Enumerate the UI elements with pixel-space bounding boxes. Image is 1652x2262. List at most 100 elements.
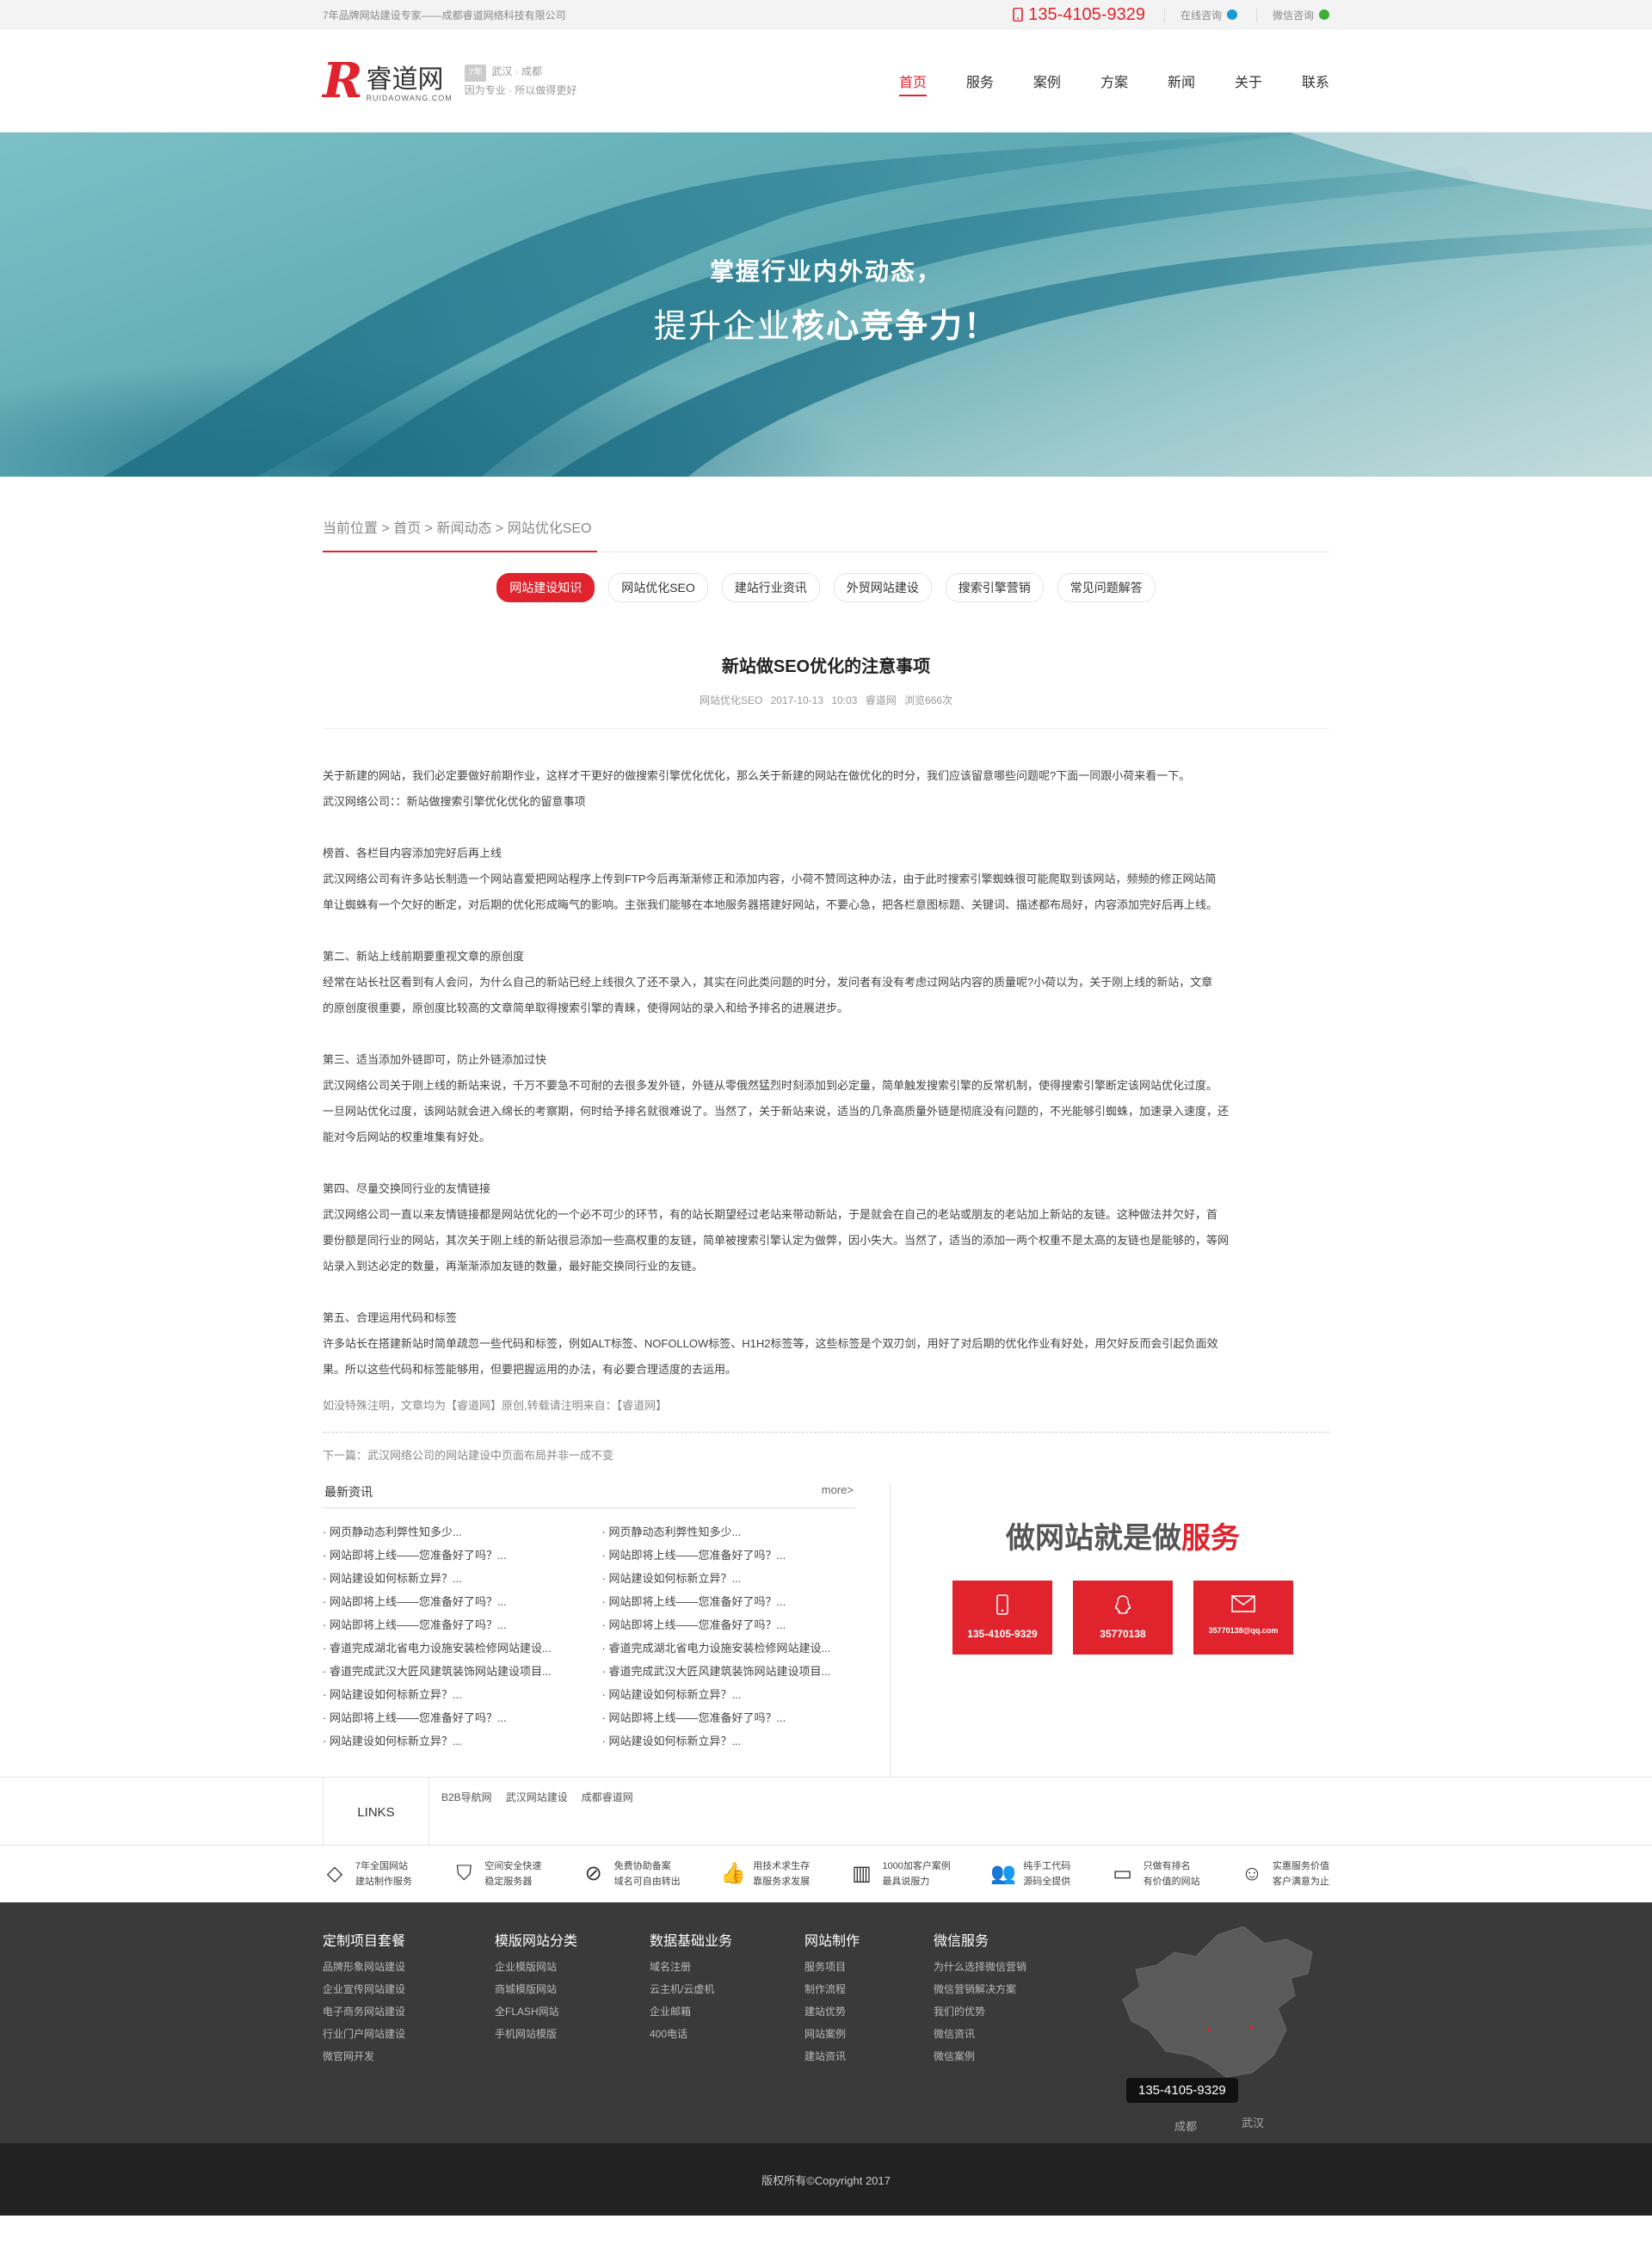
link-item[interactable]: 成都睿道网 (582, 1790, 633, 1846)
news-item[interactable]: · 网页静动态利弊性知多少... (323, 1520, 576, 1544)
wechat-consult-link[interactable]: 微信咨询 (1255, 7, 1329, 22)
footer-link[interactable]: 微信资讯 (934, 2023, 1097, 2045)
news-item[interactable]: · 网站即将上线——您准备好了吗？... (602, 1613, 856, 1636)
article-divider (323, 728, 1329, 729)
china-map: 135-4105-9329 成都 武汉 (1097, 1926, 1329, 2143)
footer-column-title: 微信服务 (934, 1934, 989, 1949)
news-item[interactable]: · 睿道完成武汉大匠风建筑装饰网站建设项目... (323, 1660, 576, 1683)
footer-link[interactable]: 为什么选择微信营销 (934, 1956, 1097, 1978)
footer-link[interactable]: 微官网开发 (323, 2045, 495, 2068)
article-paragraph: 经常在站长社区看到有人会问，为什么自己的新站已经上线很久了还不录入，其实在问此类… (323, 976, 1213, 989)
news-item[interactable]: · 网站建设如何标新立异？... (602, 1729, 856, 1753)
article-paragraph (323, 815, 1329, 841)
news-item[interactable]: · 网站建设如何标新立异？... (323, 1683, 576, 1706)
news-item[interactable]: · 网站建设如何标新立异？... (323, 1729, 576, 1753)
breadcrumb-text[interactable]: 当前位置 > 首页 > 新闻动态 > 网站优化SEO (323, 516, 597, 552)
news-item[interactable]: · 网站即将上线——您准备好了吗？... (323, 1706, 576, 1729)
next-article-link[interactable]: 下一篇：武汉网络公司的网站建设中页面布局并非一成不变 (323, 1446, 1329, 1463)
top-phone[interactable]: 135-4105-9329 (1013, 5, 1145, 25)
news-item[interactable]: · 睿道完成湖北省电力设施安装检修网站建设... (602, 1636, 856, 1660)
footer-link[interactable]: 企业邮箱 (650, 2000, 804, 2023)
feature-item: 👥 纯手工代码 源码全提供 (990, 1858, 1070, 1889)
footer-link[interactable]: 服务项目 (804, 1956, 934, 1978)
footer-link[interactable]: 云主机/云虚机 (650, 1978, 804, 2000)
tab-foreign-trade[interactable]: 外贸网站建设 (833, 573, 932, 602)
qq-box[interactable]: 35770138 (1073, 1581, 1173, 1655)
nav-contact[interactable]: 联系 (1302, 29, 1329, 133)
news-item[interactable]: · 网站即将上线——您准备好了吗？... (323, 1590, 576, 1613)
news-more-link[interactable]: more> (822, 1483, 854, 1501)
footer-phone[interactable]: 135-4105-9329 (1126, 2078, 1238, 2103)
tab-industry-news[interactable]: 建站行业资讯 (721, 573, 820, 602)
email-box[interactable]: 35770138@qq.com (1193, 1581, 1293, 1655)
email-box-address: 35770138@qq.com (1208, 1626, 1279, 1635)
footer-link[interactable]: 制作流程 (804, 1978, 934, 2000)
news-item[interactable]: · 网站即将上线——您准备好了吗？... (602, 1590, 856, 1613)
tab-website-knowledge[interactable]: 网站建设知识 (496, 573, 595, 602)
link-item[interactable]: 武汉网站建设 (506, 1790, 568, 1846)
news-item[interactable]: · 网站建设如何标新立异？... (602, 1567, 856, 1590)
footer-link[interactable]: 微信营销解决方案 (934, 1978, 1097, 2000)
article-paragraph (323, 918, 1329, 944)
footer-link[interactable]: 建站优势 (804, 2000, 934, 2023)
qq-penguin-icon (1114, 1595, 1131, 1614)
nav-news[interactable]: 新闻 (1168, 29, 1195, 133)
logo[interactable]: R 睿道网 RUIDAOWANG.COM 7年 武汉 · 成都 因为专业 · 所以… (323, 57, 576, 105)
phone-box[interactable]: 135-4105-9329 (952, 1581, 1052, 1655)
article-paragraph: 第五、合理运用代码和标签 (323, 1311, 458, 1324)
feature-item: ⛉ 空间安全快速 稳定服务器 (452, 1858, 541, 1889)
tab-seo[interactable]: 网站优化SEO (608, 573, 708, 602)
footer-link[interactable]: 微信案例 (934, 2045, 1097, 2068)
article-paragraph (323, 1150, 1329, 1176)
article-paragraph: 第二、新站上线前期要重视文章的原创度 (323, 950, 525, 963)
nav-about[interactable]: 关于 (1235, 29, 1262, 133)
footer-link[interactable]: 全FLASH网站 (495, 2000, 650, 2023)
footer-link[interactable]: 品牌形象网站建设 (323, 1956, 495, 1978)
thumb-up-icon: 👍 (720, 1862, 746, 1885)
footer-link[interactable]: 企业模版网站 (495, 1956, 650, 1978)
article-paragraph: 要份额是同行业的网站，其次关于刚上线的新站很忌添加一些高权重的友链，简单被搜索引… (323, 1234, 1230, 1247)
news-item[interactable]: · 网站即将上线——您准备好了吗？... (602, 1706, 856, 1729)
nav-cases[interactable]: 案例 (1033, 29, 1061, 133)
news-item[interactable]: · 睿道完成湖北省电力设施安装检修网站建设... (323, 1636, 576, 1660)
article-paragraph: 果。所以这些代码和标签能够用，但要把握运用的办法，有必要合理适度的去运用。 (323, 1363, 737, 1376)
nav-services[interactable]: 服务 (966, 29, 994, 133)
article-paragraph (323, 1021, 1329, 1047)
feature-item: ☺ 实惠服务价值 客户满意为止 (1240, 1858, 1329, 1889)
footer-link[interactable]: 行业门户网站建设 (323, 2023, 495, 2045)
news-item[interactable]: · 网站即将上线——您准备好了吗？... (323, 1613, 576, 1636)
site-footer: 定制项目套餐 品牌形象网站建设 企业宣传网站建设 电子商务网站建设 行业门户网站建设 微官… (0, 1902, 1652, 2143)
footer-link[interactable]: 电子商务网站建设 (323, 2000, 495, 2023)
feature-line1: 用技术求生存 (753, 1861, 811, 1871)
category-tabs: 网站建设知识 网站优化SEO 建站行业资讯 外贸网站建设 搜索引擎营销 常见问题… (323, 573, 1329, 602)
monitor-icon: ▭ (1113, 1862, 1132, 1885)
feature-text: 实惠服务价值 客户满意为止 (1273, 1858, 1329, 1889)
footer-link[interactable]: 域名注册 (650, 1956, 804, 1978)
nav-home[interactable]: 首页 (898, 29, 927, 133)
news-item[interactable]: · 网站即将上线——您准备好了吗？... (602, 1544, 856, 1567)
footer-link[interactable]: 企业宣传网站建设 (323, 1978, 495, 2000)
online-consult-link[interactable]: 在线咨询 (1163, 7, 1237, 22)
article-paragraph: 武汉网络公司有许多站长制造一个网站喜爱把网站程序上传到FTP今后再渐渐修正和添加… (323, 872, 1217, 885)
tab-faq[interactable]: 常见问题解答 (1057, 573, 1156, 602)
article-paragraph: 站录入到达必定的数量，再渐渐添加友链的数量，最好能交换同行业的友链。 (323, 1260, 704, 1273)
footer-link[interactable]: 商城模版网站 (495, 1978, 650, 2000)
feature-line2: 源码全提供 (1023, 1877, 1071, 1887)
news-item[interactable]: · 网站建设如何标新立异？... (602, 1683, 856, 1706)
link-item[interactable]: B2B导航网 (441, 1790, 492, 1846)
news-item[interactable]: · 睿道完成武汉大匠风建筑装饰网站建设项目... (602, 1660, 856, 1683)
footer-link[interactable]: 我们的优势 (934, 2000, 1097, 2023)
nav-solutions[interactable]: 方案 (1100, 29, 1128, 133)
feature-item: ▭ 只做有排名 有价值的网站 (1111, 1858, 1199, 1889)
links-list: B2B导航网 武汉网站建设 成都睿道网 (429, 1778, 633, 1846)
news-item[interactable]: · 网页静动态利弊性知多少... (602, 1520, 856, 1544)
news-item[interactable]: · 网站即将上线——您准备好了吗？... (323, 1544, 576, 1567)
footer-link[interactable]: 手机网站模版 (495, 2023, 650, 2045)
tab-search-marketing[interactable]: 搜索引擎营销 (945, 573, 1044, 602)
news-item[interactable]: · 网站建设如何标新立异？... (323, 1567, 576, 1590)
footer-link[interactable]: 网站案例 (804, 2023, 934, 2045)
feature-line2: 靠服务求发展 (753, 1877, 811, 1887)
footer-link[interactable]: 建站资讯 (804, 2045, 934, 2068)
footer-link[interactable]: 400电话 (650, 2023, 804, 2045)
links-label: LINKS (323, 1778, 429, 1846)
